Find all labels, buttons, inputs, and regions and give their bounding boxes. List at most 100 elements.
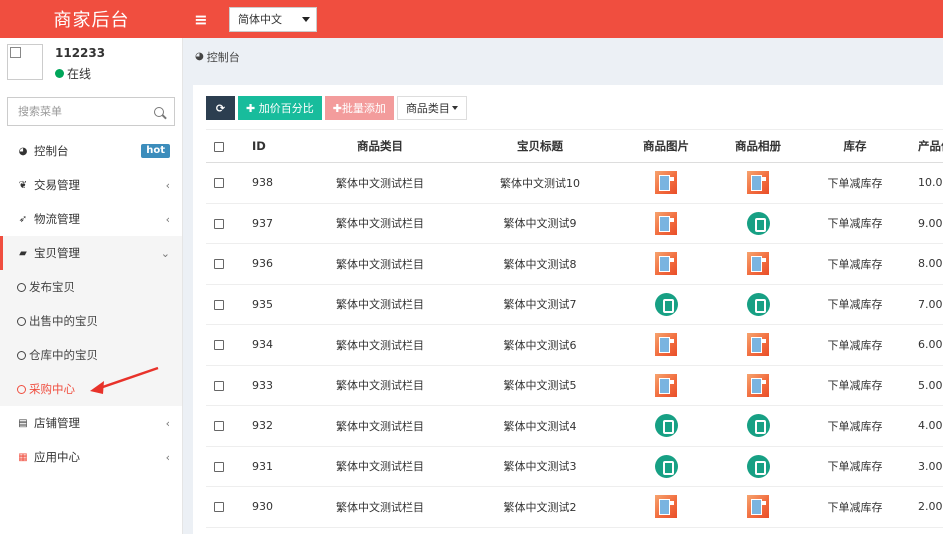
column-header-title[interactable]: 宝贝标题: [460, 129, 620, 163]
sidebar-subitem-purchase-center[interactable]: 采购中心: [0, 372, 182, 406]
row-checkbox[interactable]: [206, 324, 240, 366]
cell-price: 7.00: [906, 284, 943, 325]
cell-title: 繁体中文测试2: [460, 486, 620, 528]
product-thumbnail[interactable]: [655, 333, 677, 357]
checkbox[interactable]: [214, 218, 224, 229]
product-thumbnail[interactable]: [747, 252, 769, 276]
cell-stock: 下单减库存: [804, 203, 906, 244]
checkbox[interactable]: [214, 461, 224, 472]
table-row[interactable]: 938繁体中文测试栏目繁体中文测试10 下单减库存10.00: [206, 162, 943, 204]
cell-id: 934: [240, 324, 300, 366]
search-icon[interactable]: [154, 106, 164, 117]
cell-id: 931: [240, 446, 300, 487]
product-thumbnail[interactable]: [747, 373, 769, 397]
cell-id: 933: [240, 365, 300, 406]
sidebar-subitem-label: 采购中心: [29, 382, 75, 396]
row-checkbox[interactable]: [206, 486, 240, 528]
table-header-row: ID 商品类目 宝贝标题 商品图片 商品相册 库存 产品价格: [206, 129, 943, 163]
checkbox[interactable]: [214, 299, 224, 310]
column-header-category[interactable]: 商品类目: [300, 129, 460, 163]
row-checkbox[interactable]: [206, 243, 240, 285]
cell-image: [620, 486, 712, 528]
row-checkbox[interactable]: [206, 162, 240, 204]
refresh-button[interactable]: ⟳: [206, 96, 235, 120]
user-status-label: 在线: [67, 67, 92, 81]
top-navbar: 商家后台 ≡ 简体中文: [0, 0, 943, 38]
cell-id: 938: [240, 162, 300, 204]
table-row[interactable]: 930 繁体中文测试栏目 繁体中文测试2 下单减库存 2.00: [206, 486, 943, 528]
sidebar-subitem-publish[interactable]: 发布宝贝: [0, 270, 182, 304]
mobile-icon[interactable]: [746, 454, 770, 478]
cell-image: [620, 243, 712, 285]
breadcrumb-label[interactable]: 控制台: [207, 49, 240, 65]
sidebar-item-shop[interactable]: ▤ 店铺管理 ‹: [0, 406, 182, 440]
row-checkbox[interactable]: [206, 405, 240, 447]
column-header-stock[interactable]: 库存: [804, 129, 906, 163]
cell-stock: 下单减库存: [804, 446, 906, 487]
mobile-icon[interactable]: [746, 292, 770, 316]
checkbox[interactable]: [214, 502, 224, 513]
brand-logo[interactable]: 商家后台: [0, 0, 183, 38]
mobile-icon[interactable]: [654, 454, 678, 478]
column-header-album[interactable]: 商品相册: [712, 129, 804, 163]
cell-stock: 下单减库存: [804, 405, 906, 447]
sidebar-subitem-warehouse[interactable]: 仓库中的宝贝: [0, 338, 182, 372]
product-thumbnail[interactable]: [655, 495, 677, 519]
product-thumbnail[interactable]: [655, 373, 677, 397]
cell-id: 935: [240, 284, 300, 325]
cell-id: 932: [240, 405, 300, 447]
sidebar-item-label: 应用中心: [34, 450, 80, 464]
mobile-icon[interactable]: [746, 414, 770, 438]
mobile-icon[interactable]: [746, 211, 770, 235]
sidebar-toggle-icon[interactable]: ≡: [183, 0, 219, 38]
product-thumbnail[interactable]: [747, 495, 769, 519]
row-checkbox[interactable]: [206, 203, 240, 244]
online-dot-icon: [55, 69, 64, 78]
product-thumbnail[interactable]: [747, 333, 769, 357]
sidebar-item-apps[interactable]: ▦ 应用中心 ‹: [0, 440, 182, 474]
row-checkbox[interactable]: [206, 446, 240, 487]
table-row[interactable]: 936 繁体中文测试栏目 繁体中文测试8 下单减库存 8.00: [206, 243, 943, 285]
category-dropdown-button[interactable]: 商品类目: [396, 96, 467, 120]
cell-image: [620, 284, 712, 325]
menu-search-input[interactable]: [18, 105, 138, 118]
product-thumbnail[interactable]: [655, 171, 677, 195]
cell-album: [712, 365, 804, 406]
checkbox[interactable]: [214, 340, 224, 351]
chevron-down-icon: ⌄: [160, 246, 170, 260]
cell-image: [620, 405, 712, 447]
batch-add-button[interactable]: ✚批量添加: [324, 96, 394, 120]
checkbox[interactable]: [214, 178, 224, 189]
table-row[interactable]: 932 繁体中文测试栏目 繁体中文测试4 下单减库存 4.00: [206, 405, 943, 447]
table-row[interactable]: 934 繁体中文测试栏目 繁体中文测试6 下单减库存 6.00: [206, 324, 943, 366]
table-row[interactable]: 931 繁体中文测试栏目 繁体中文测试3 下单减库存 3.00: [206, 446, 943, 487]
mobile-icon[interactable]: [654, 414, 678, 438]
circle-icon: [17, 350, 26, 360]
row-checkbox[interactable]: [206, 284, 240, 325]
select-all-checkbox[interactable]: [206, 129, 240, 163]
mobile-icon[interactable]: [654, 292, 678, 316]
product-thumbnail[interactable]: [747, 171, 769, 195]
sidebar-item-trade[interactable]: ❦ 交易管理 ‹: [0, 168, 182, 202]
cell-title: 繁体中文测试4: [460, 405, 620, 447]
row-checkbox[interactable]: [206, 365, 240, 406]
sidebar-item-goods[interactable]: ▰ 宝贝管理 ⌄: [0, 236, 182, 270]
column-header-id[interactable]: ID: [240, 129, 300, 163]
column-header-image[interactable]: 商品图片: [620, 129, 712, 163]
checkbox[interactable]: [214, 380, 224, 391]
table-row[interactable]: 933 繁体中文测试栏目 繁体中文测试5 下单减库存 5.00: [206, 365, 943, 406]
checkbox[interactable]: [214, 259, 224, 270]
table-row[interactable]: 937 繁体中文测试栏目 繁体中文测试9 下单减库存 9.00: [206, 203, 943, 244]
add-percent-button[interactable]: ✚ 加价百分比: [238, 96, 322, 120]
sidebar-item-logistics[interactable]: ➶ 物流管理 ‹: [0, 202, 182, 236]
product-thumbnail[interactable]: [655, 252, 677, 276]
product-thumbnail[interactable]: [655, 211, 677, 235]
column-header-price[interactable]: 产品价格: [906, 129, 943, 163]
language-select-value: 简体中文: [238, 13, 282, 26]
sidebar-item-dashboard[interactable]: ◕ 控制台 hot: [0, 134, 182, 168]
sidebar-subitem-on-sale[interactable]: 出售中的宝贝: [0, 304, 182, 338]
checkbox[interactable]: [214, 421, 224, 432]
table-row[interactable]: 935 繁体中文测试栏目 繁体中文测试7 下单减库存 7.00: [206, 284, 943, 325]
cell-album: [712, 284, 804, 325]
language-select[interactable]: 简体中文: [229, 6, 317, 32]
